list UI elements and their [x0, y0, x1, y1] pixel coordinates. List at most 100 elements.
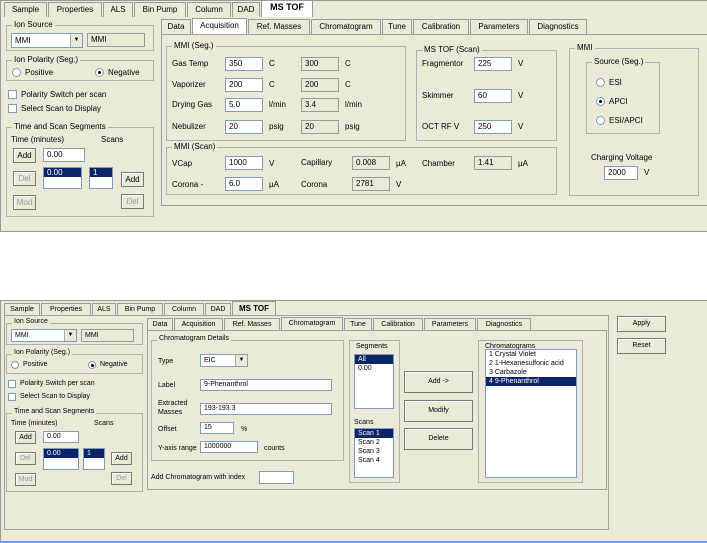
subtab-chromatogram[interactable]: Chromatogram [281, 317, 343, 330]
segment-0[interactable]: 0.00 [355, 364, 393, 373]
chromatograms-list[interactable]: 1 Crystal Violet 2 1-Hexanesulfonic acid… [485, 349, 577, 478]
time-input[interactable]: 0.00 [43, 431, 79, 443]
segment-list[interactable]: 0.00 [43, 167, 82, 189]
add-chromatogram-button[interactable]: Add -> [404, 371, 473, 393]
scan-item[interactable]: 1 [84, 449, 104, 458]
gas-temp-input[interactable]: 350 [225, 57, 263, 71]
time-mod-button[interactable]: Mod [13, 195, 36, 210]
fragmentor-input[interactable]: 225 [474, 57, 512, 71]
extracted-masses-input[interactable]: 193-193.3 [200, 403, 332, 415]
time-del-button[interactable]: Del [15, 452, 36, 465]
subtab-ref-masses[interactable]: Ref. Masses [224, 318, 280, 330]
esi-radio[interactable] [596, 78, 605, 87]
subtab-data[interactable]: Data [161, 19, 191, 34]
subtab-chromatogram[interactable]: Chromatogram [311, 19, 381, 34]
subtab-data[interactable]: Data [147, 318, 173, 330]
tab-bin-pump[interactable]: Bin Pump [134, 2, 186, 17]
select-scan-checkbox[interactable] [8, 104, 17, 113]
tab-dad[interactable]: DAD [232, 2, 260, 17]
subtab-ref-masses[interactable]: Ref. Masses [248, 19, 310, 34]
tab-bin-pump[interactable]: Bin Pump [117, 303, 163, 315]
chromatogram-item-3[interactable]: 3 Carbazole [486, 368, 576, 377]
subtab-parameters[interactable]: Parameters [424, 318, 476, 330]
scan-2[interactable]: Scan 2 [355, 438, 393, 447]
chevron-down-icon[interactable]: ▼ [235, 355, 247, 366]
tab-ms-tof[interactable]: MS TOF [261, 0, 313, 17]
time-mod-button[interactable]: Mod [15, 473, 36, 486]
type-select[interactable]: EIC ▼ [200, 354, 248, 367]
tab-column[interactable]: Column [187, 2, 231, 17]
apci-radio[interactable] [596, 97, 605, 106]
esi-apci-radio[interactable] [596, 116, 605, 125]
charging-voltage-input[interactable]: 2000 [604, 166, 638, 180]
time-del-button[interactable]: Del [13, 171, 36, 186]
chromatogram-item-2[interactable]: 2 1-Hexanesulfonic acid [486, 359, 576, 368]
oct-rf-v-input[interactable]: 250 [474, 120, 512, 134]
scan-add-button[interactable]: Add [121, 172, 144, 187]
subtab-parameters[interactable]: Parameters [470, 19, 528, 34]
segment-all[interactable]: All [355, 355, 393, 364]
nebulizer-input[interactable]: 20 [225, 120, 263, 134]
segment-item[interactable]: 0.00 [44, 168, 81, 177]
tab-properties[interactable]: Properties [41, 303, 91, 315]
subtab-acquisition[interactable]: Acquisition [192, 18, 247, 35]
subtab-diagnostics[interactable]: Diagnostics [529, 19, 587, 34]
modify-button[interactable]: Modify [404, 400, 473, 422]
time-input[interactable]: 0.00 [43, 148, 85, 162]
tab-dad[interactable]: DAD [205, 303, 231, 315]
subtab-diagnostics[interactable]: Diagnostics [477, 318, 531, 330]
ion-source-select[interactable]: MMI ▼ [11, 329, 77, 342]
drying-gas-input[interactable]: 5.0 [225, 98, 263, 112]
tab-properties[interactable]: Properties [48, 2, 102, 17]
select-scan-checkbox[interactable] [8, 393, 16, 401]
scan-del-button[interactable]: Del [121, 194, 144, 209]
chromatogram-item-1[interactable]: 1 Crystal Violet [486, 350, 576, 359]
tab-als[interactable]: ALS [92, 303, 116, 315]
tab-ms-tof[interactable]: MS TOF [232, 301, 276, 315]
negative-radio[interactable] [88, 361, 96, 369]
chevron-down-icon[interactable]: ▼ [70, 34, 82, 47]
skimmer-input[interactable]: 60 [474, 89, 512, 103]
scan-1[interactable]: Scan 1 [355, 429, 393, 438]
chevron-down-icon[interactable]: ▼ [64, 330, 76, 341]
tab-column[interactable]: Column [164, 303, 204, 315]
scan-list[interactable]: 1 [83, 448, 105, 470]
scan-item[interactable]: 1 [90, 168, 112, 177]
label-input[interactable]: 9-Phenanthrol [200, 379, 332, 391]
segments-list[interactable]: All 0.00 [354, 354, 394, 409]
segment-item[interactable]: 0.00 [44, 449, 78, 458]
subtab-tune[interactable]: Tune [382, 19, 412, 34]
ion-source-select[interactable]: MMI ▼ [11, 33, 83, 48]
offset-input[interactable]: 15 [200, 422, 234, 434]
segment-list[interactable]: 0.00 [43, 448, 79, 470]
apply-button[interactable]: Apply [617, 316, 666, 332]
polarity-switch-checkbox[interactable] [8, 90, 17, 99]
tab-als[interactable]: ALS [103, 2, 133, 17]
scan-3[interactable]: Scan 3 [355, 447, 393, 456]
scan-add-button[interactable]: Add [111, 452, 132, 465]
subtab-calibration[interactable]: Calibration [373, 318, 423, 330]
tab-sample[interactable]: Sample [4, 303, 40, 315]
positive-radio[interactable] [12, 68, 21, 77]
delete-button[interactable]: Delete [404, 428, 473, 450]
subtab-acquisition[interactable]: Acquisition [174, 318, 223, 330]
time-add-button[interactable]: Add [13, 148, 36, 163]
scan-4[interactable]: Scan 4 [355, 456, 393, 465]
polarity-switch-checkbox[interactable] [8, 380, 16, 388]
vcap-input[interactable]: 1000 [225, 156, 263, 170]
scans-list[interactable]: Scan 1 Scan 2 Scan 3 Scan 4 [354, 428, 394, 478]
corona-input[interactable]: 6.0 [225, 177, 263, 191]
positive-radio[interactable] [11, 361, 19, 369]
subtab-tune[interactable]: Tune [344, 318, 372, 330]
vaporizer-input[interactable]: 200 [225, 78, 263, 92]
tab-sample[interactable]: Sample [4, 2, 47, 17]
reset-button[interactable]: Reset [617, 338, 666, 354]
chromatogram-item-4[interactable]: 4 9-Phenanthrol [486, 377, 576, 386]
scan-list[interactable]: 1 [89, 167, 113, 189]
time-add-button[interactable]: Add [15, 431, 36, 444]
add-chromatogram-index-input[interactable] [259, 471, 294, 484]
scan-del-button[interactable]: Del [111, 472, 132, 485]
negative-radio[interactable] [95, 68, 104, 77]
yaxis-input[interactable]: 1000000 [200, 441, 258, 453]
subtab-calibration[interactable]: Calibration [413, 19, 469, 34]
